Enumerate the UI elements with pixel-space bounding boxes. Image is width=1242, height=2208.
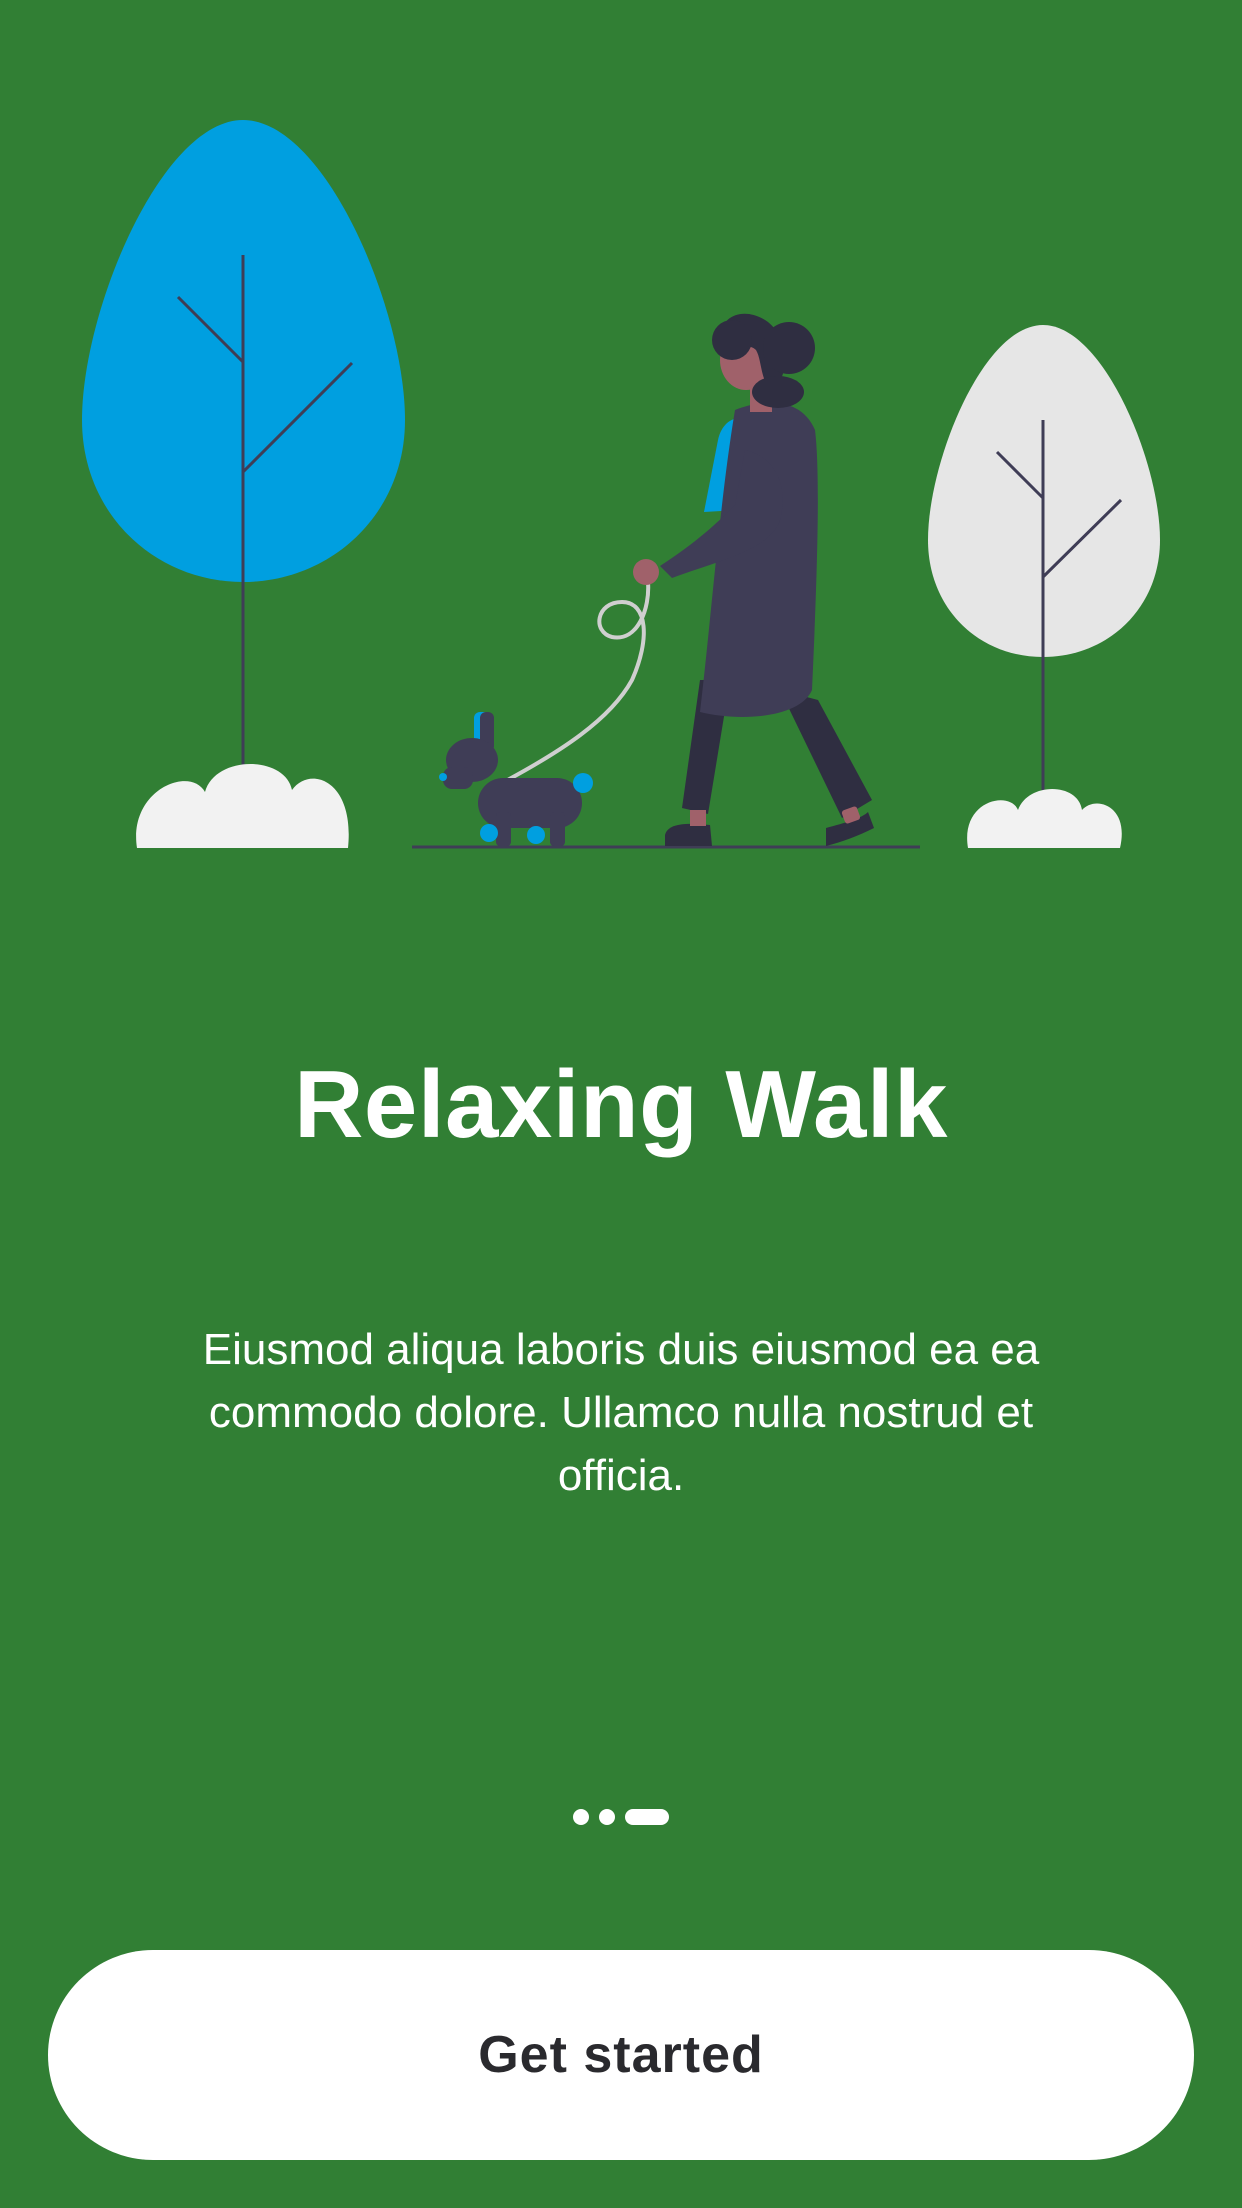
onboarding-screen: Relaxing Walk Eiusmod aliqua laboris dui… — [0, 0, 1242, 2208]
page-dot-1[interactable] — [573, 1809, 589, 1825]
dog-icon — [439, 712, 593, 846]
page-dot-3-active[interactable] — [625, 1809, 669, 1825]
page-indicator — [0, 1809, 1242, 1825]
page-description: Eiusmod aliqua laboris duis eiusmod ea e… — [202, 1325, 1040, 1500]
grey-tree-icon — [928, 325, 1160, 790]
page-title: Relaxing Walk — [294, 1051, 948, 1158]
bush-left-icon — [136, 763, 349, 848]
person-icon — [633, 313, 874, 846]
walking-dog-illustration — [82, 120, 1160, 849]
leash-icon — [501, 581, 651, 785]
get-started-button[interactable]: Get started — [48, 1950, 1194, 2160]
page-dot-2[interactable] — [599, 1809, 615, 1825]
blue-tree-icon — [82, 120, 405, 770]
bush-right-icon — [967, 789, 1122, 848]
